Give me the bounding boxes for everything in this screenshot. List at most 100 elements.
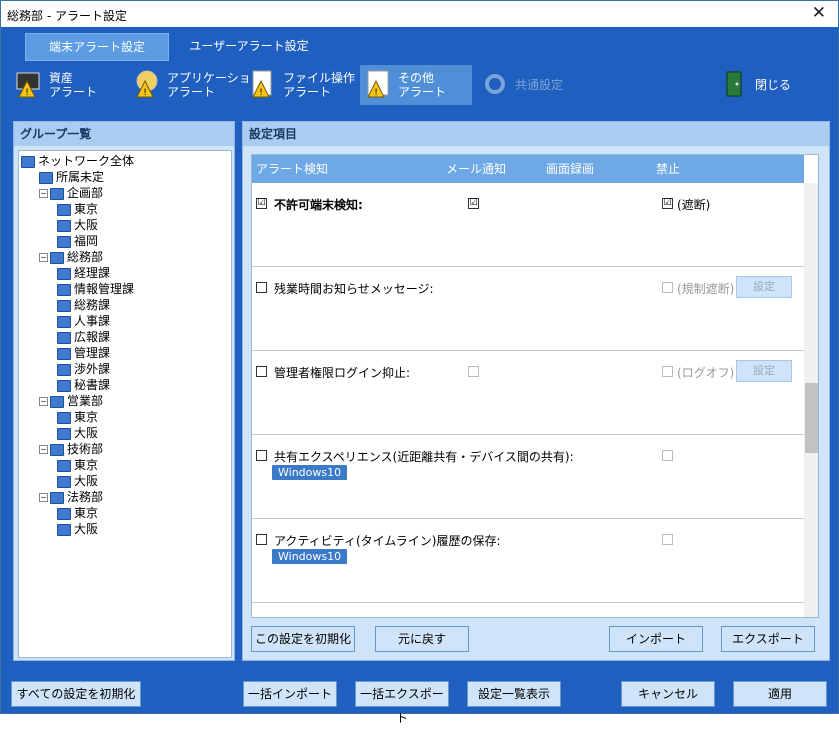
alert-settings-window: 総務部 - アラート設定 ✕ 端末アラート設定 ユーザーアラート設定 ! 資産 … [0, 0, 839, 725]
collapse-icon[interactable]: − [39, 493, 48, 502]
setting-row: 残業時間お知らせメッセージ: (規制遮断) 設定 [252, 267, 804, 351]
mail-checkbox[interactable] [468, 366, 479, 377]
reset-setting-button[interactable]: この設定を初期化 [251, 626, 355, 652]
close-icon[interactable]: ✕ [812, 3, 826, 23]
mail-checkbox[interactable]: ☑ [468, 198, 479, 209]
tree-node[interactable]: 東京 [57, 201, 98, 217]
group-panel-title: グループ一覧 [14, 122, 234, 146]
svg-text:!: ! [25, 88, 29, 98]
svg-text:!: ! [143, 88, 147, 98]
tree-node-label: 大阪 [74, 474, 99, 488]
tree-node[interactable]: − 法務部 [39, 489, 103, 505]
row-checkbox[interactable]: ☑ [256, 198, 267, 209]
collapse-icon[interactable]: − [39, 253, 48, 262]
ban-label: (遮断) [677, 198, 711, 212]
col-alert-detect: アラート検知 [256, 162, 329, 176]
row-label: 不許可端末検知: [274, 198, 363, 212]
tree-node[interactable]: 東京 [57, 409, 98, 425]
tree-node-label: 東京 [74, 506, 99, 520]
import-button[interactable]: インポート [609, 626, 703, 652]
tree-node[interactable]: 秘書課 [57, 377, 110, 393]
asset-alert-label: 資産 アラート [49, 71, 98, 99]
apply-button[interactable]: 適用 [733, 681, 827, 707]
app-alert-button[interactable]: ! アプリケーション アラート [133, 67, 263, 105]
settings-scrollbar[interactable] [804, 183, 818, 617]
settings-list-button[interactable]: 設定一覧表示 [467, 681, 561, 707]
tree-node[interactable]: 経理課 [57, 265, 110, 281]
tree-node[interactable]: − 技術部 [39, 441, 103, 457]
asset-alert-button[interactable]: ! 資産 アラート [15, 67, 115, 105]
os-badge: Windows10 [272, 549, 348, 564]
cancel-button[interactable]: キャンセル [621, 681, 715, 707]
tree-node[interactable]: 東京 [57, 505, 98, 521]
revert-button[interactable]: 元に戻す [375, 626, 469, 652]
other-alert-label: その他 アラート [398, 71, 447, 99]
row-checkbox[interactable] [256, 450, 267, 461]
settings-column-header: アラート検知 メール通知 画面録画 禁止 [252, 155, 804, 183]
tree-node-label: 大阪 [74, 218, 99, 232]
file-alert-button[interactable]: ! ファイル操作 アラート [249, 67, 355, 105]
collapse-icon[interactable]: − [39, 189, 48, 198]
tree-node[interactable]: 大阪 [57, 425, 98, 441]
group-icon [57, 283, 71, 296]
ban-label: (ログオフ) [677, 366, 735, 380]
common-settings-button[interactable]: 共通設定 [481, 67, 571, 105]
tree-node-label: 管理課 [74, 346, 111, 360]
group-panel: グループ一覧 ネットワーク全体 所属未定 − 企画部 東京 大阪 福岡 − 総務部 経理課 情報管理… [13, 121, 235, 661]
group-icon [57, 411, 71, 424]
ban-checkbox[interactable] [662, 282, 673, 293]
row-checkbox[interactable] [256, 366, 267, 377]
row-label: 共有エクスペリエンス(近距離共有・デバイス間の共有): [274, 450, 574, 464]
tab-device-alert[interactable]: 端末アラート設定 [25, 33, 169, 61]
tree-node[interactable]: 大阪 [57, 217, 98, 233]
tree-node[interactable]: 人事課 [57, 313, 110, 329]
tree-node-label: 東京 [74, 410, 99, 424]
group-icon [57, 235, 71, 248]
row-setting-button[interactable]: 設定 [736, 276, 792, 298]
row-checkbox[interactable] [256, 282, 267, 293]
group-icon [57, 507, 71, 520]
tree-node-label: 企画部 [67, 186, 104, 200]
tree-node-label: 広報課 [74, 330, 111, 344]
ban-checkbox[interactable]: ☑ [662, 198, 673, 209]
bulk-export-button[interactable]: 一括エクスポート [355, 681, 449, 725]
tree-node[interactable]: ネットワーク全体 [21, 153, 134, 169]
tree-node-label: 大阪 [74, 426, 99, 440]
tree-node-label: 法務部 [67, 490, 104, 504]
file-warning-icon: ! [252, 70, 272, 98]
tree-node[interactable]: 大阪 [57, 473, 98, 489]
tree-node[interactable]: − 総務部 [39, 249, 103, 265]
collapse-icon[interactable]: − [39, 397, 48, 406]
export-button[interactable]: エクスポート [721, 626, 815, 652]
tab-user-alert[interactable]: ユーザーアラート設定 [177, 33, 321, 61]
tree-node[interactable]: 福岡 [57, 233, 98, 249]
tree-node[interactable]: 渉外課 [57, 361, 110, 377]
tree-node[interactable]: − 営業部 [39, 393, 103, 409]
tree-node-label: ネットワーク全体 [38, 154, 135, 168]
tree-node[interactable]: 総務課 [57, 297, 110, 313]
bulk-import-button[interactable]: 一括インポート [243, 681, 337, 707]
ban-checkbox[interactable] [662, 534, 673, 545]
close-toolbar-button[interactable]: 閉じる [721, 67, 801, 105]
tree-node[interactable]: − 企画部 [39, 185, 103, 201]
reset-all-button[interactable]: すべての設定を初期化 [11, 681, 141, 707]
ban-checkbox[interactable] [662, 450, 673, 461]
tree-node[interactable]: 情報管理課 [57, 281, 134, 297]
group-icon [57, 299, 71, 312]
tree-node[interactable]: 大阪 [57, 521, 98, 537]
scrollbar-thumb[interactable] [805, 383, 818, 453]
tree-node[interactable]: 所属未定 [39, 169, 104, 185]
tree-node-label: 福岡 [74, 234, 99, 248]
ban-checkbox[interactable] [662, 366, 673, 377]
svg-text:!: ! [374, 88, 378, 98]
tree-node[interactable]: 広報課 [57, 329, 110, 345]
tree-node[interactable]: 管理課 [57, 345, 110, 361]
group-icon [50, 491, 64, 504]
other-alert-button[interactable]: ! その他 アラート [360, 65, 472, 105]
tree-node[interactable]: 東京 [57, 457, 98, 473]
row-setting-button[interactable]: 設定 [736, 360, 792, 382]
asset-warning-icon: ! [16, 72, 40, 98]
collapse-icon[interactable]: − [39, 445, 48, 454]
row-checkbox[interactable] [256, 534, 267, 545]
setting-row: 共有エクスペリエンス(近距離共有・デバイス間の共有): Windows10 [252, 435, 804, 519]
